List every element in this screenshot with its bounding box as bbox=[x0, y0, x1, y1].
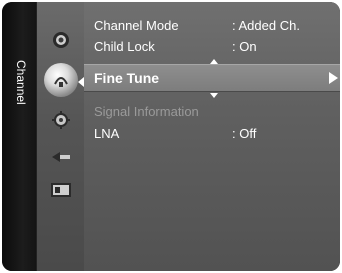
picture-icon[interactable] bbox=[48, 28, 74, 52]
application-icon[interactable] bbox=[48, 178, 74, 202]
menu-category-label: Channel bbox=[14, 60, 28, 105]
menu-category-tab: Channel bbox=[2, 2, 36, 271]
menu-item-signal-information: Signal Information bbox=[94, 102, 334, 121]
menu-item-value: : Added Ch. bbox=[232, 18, 300, 33]
screen-frame: Channel Channel Mode: Added Ch. Child L… bbox=[0, 0, 342, 273]
menu-item-fine-tune[interactable]: Fine Tune bbox=[84, 64, 340, 92]
menu-item-value: : Off bbox=[232, 126, 257, 141]
menu-item-channel-mode[interactable]: Channel Mode : Added Ch. bbox=[94, 16, 334, 35]
channel-icon[interactable] bbox=[44, 63, 78, 97]
scroll-down-indicator bbox=[210, 93, 218, 98]
menu-item-lna[interactable]: LNA : Off bbox=[94, 124, 334, 143]
menu-item-label: Fine Tune bbox=[94, 70, 160, 86]
menu-icon-column bbox=[36, 2, 85, 271]
input-icon[interactable] bbox=[48, 145, 74, 169]
menu-item-label: Child Lock bbox=[94, 39, 155, 54]
menu-item-child-lock[interactable]: Child Lock : On bbox=[94, 37, 334, 56]
submenu-arrow-icon bbox=[329, 72, 338, 84]
menu-item-value: : On bbox=[232, 39, 257, 54]
tv-osd-menu: Channel Channel Mode: Added Ch. Child L… bbox=[2, 2, 340, 271]
setup-icon[interactable] bbox=[48, 108, 74, 132]
menu-item-label: LNA bbox=[94, 126, 120, 141]
menu-item-label: Channel Mode bbox=[94, 18, 179, 33]
selection-pointer-icon bbox=[78, 77, 84, 87]
menu-item-label: Signal Information bbox=[94, 104, 199, 119]
menu-panel: Channel Mode : Added Ch. Child Lock : On… bbox=[84, 2, 340, 271]
